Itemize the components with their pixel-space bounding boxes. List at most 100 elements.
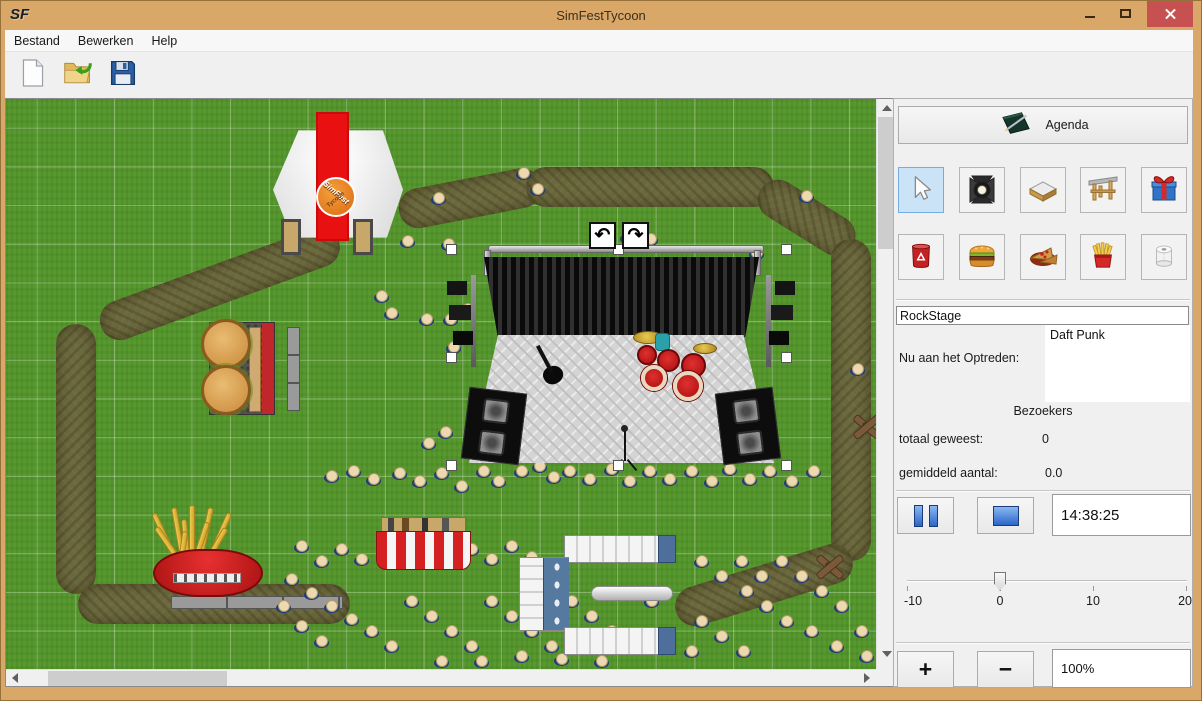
stop-button[interactable] — [977, 497, 1034, 534]
visitor — [276, 600, 291, 613]
tool-path-button[interactable] — [1020, 167, 1066, 213]
slider-thumb[interactable] — [994, 572, 1006, 591]
visitor — [829, 640, 844, 653]
selection-handle[interactable] — [781, 244, 792, 255]
scroll-up-icon[interactable] — [882, 105, 892, 111]
visitor — [736, 645, 751, 658]
horizontal-scroll-thumb[interactable] — [48, 671, 227, 686]
tool-gift-button[interactable] — [1141, 167, 1187, 213]
map-viewport[interactable]: SimFest Tycoon — [6, 99, 876, 669]
vertical-scrollbar[interactable] — [876, 99, 893, 669]
slider-track[interactable] — [907, 580, 1187, 582]
new-file-icon — [20, 58, 46, 93]
visitor — [444, 625, 459, 638]
toilet-block-bottom[interactable] — [564, 627, 676, 655]
visitor — [474, 655, 489, 668]
zoom-in-button[interactable]: + — [897, 651, 954, 688]
speaker-stack-left — [461, 387, 527, 466]
selection-handle[interactable] — [781, 352, 792, 363]
visitor — [354, 553, 369, 566]
visitor — [346, 465, 361, 478]
agenda-icon — [997, 110, 1035, 141]
selection-handle[interactable] — [446, 244, 457, 255]
visitor — [834, 600, 849, 613]
visitor — [421, 437, 436, 450]
tool-fries-button[interactable] — [1080, 234, 1126, 280]
urinal-trough — [591, 586, 673, 601]
horizontal-scrollbar[interactable] — [6, 669, 876, 686]
scroll-down-icon[interactable] — [882, 651, 892, 657]
fries-icon — [1088, 240, 1118, 275]
pizza-icon — [1027, 239, 1059, 276]
striped-stand[interactable] — [376, 517, 471, 570]
visitor — [859, 650, 874, 663]
zoom-level-display[interactable]: 100% — [1052, 649, 1191, 688]
tool-row-2 — [898, 234, 1187, 280]
agenda-button[interactable]: Agenda — [898, 106, 1188, 144]
app-logo-icon: SF — [10, 6, 29, 23]
close-button[interactable] — [1147, 1, 1193, 27]
speed-slider[interactable]: -1001020 — [904, 569, 1189, 617]
selection-handle[interactable] — [446, 352, 457, 363]
visitor — [742, 473, 757, 486]
dirt-path — [56, 324, 96, 594]
visitor — [530, 183, 545, 196]
selection-handle[interactable] — [446, 460, 457, 471]
visitor — [504, 540, 519, 553]
new-file-button[interactable] — [15, 56, 51, 94]
zoom-out-button[interactable]: − — [977, 651, 1034, 688]
menu-bestand[interactable]: Bestand — [5, 34, 69, 48]
tool-select-button[interactable] — [898, 167, 944, 213]
canvas-area: SimFest Tycoon — [5, 98, 894, 687]
pause-button[interactable] — [897, 497, 954, 534]
visitor — [850, 363, 865, 376]
toilet-block-top[interactable] — [564, 535, 676, 563]
visitor — [431, 192, 446, 205]
rotate-right-button[interactable]: ↷ — [622, 222, 649, 249]
tool-burger-button[interactable] — [959, 234, 1005, 280]
rotate-right-icon: ↷ — [628, 225, 644, 246]
speaker-stack-right — [715, 387, 781, 466]
burger-prop — [201, 319, 251, 369]
tool-toilet-roll-button[interactable] — [1141, 234, 1187, 280]
open-file-button[interactable] — [60, 56, 96, 94]
tool-spotlight-button[interactable] — [959, 167, 1005, 213]
visitor — [754, 570, 769, 583]
minimize-icon — [1085, 16, 1095, 18]
visitor — [714, 570, 729, 583]
tool-pizza-button[interactable] — [1020, 234, 1066, 280]
visitor — [424, 610, 439, 623]
visitor — [514, 650, 529, 663]
scroll-left-icon[interactable] — [12, 673, 18, 683]
visitor — [324, 470, 339, 483]
scroll-right-icon[interactable] — [864, 673, 870, 683]
visitor — [504, 610, 519, 623]
rotate-left-button[interactable]: ↶ — [589, 222, 616, 249]
tool-trash-button[interactable] — [898, 234, 944, 280]
slider-tick-label: 20 — [1178, 594, 1192, 608]
visitor — [484, 595, 499, 608]
menu-bewerken[interactable]: Bewerken — [69, 34, 143, 48]
stage-object[interactable] — [451, 247, 791, 467]
visitor — [454, 480, 469, 493]
menu-help[interactable]: Help — [142, 34, 186, 48]
save-file-button[interactable] — [105, 56, 141, 94]
stage-name-input[interactable] — [896, 306, 1189, 325]
fries-stand[interactable] — [151, 497, 266, 600]
vertical-scroll-thumb[interactable] — [878, 117, 893, 249]
visitor — [434, 655, 449, 668]
visitor — [334, 543, 349, 556]
spotlight-icon — [966, 172, 998, 209]
toolbar — [5, 52, 1193, 98]
slider-tick-label: 0 — [997, 594, 1004, 608]
maximize-button[interactable] — [1110, 1, 1142, 27]
tool-stage-button[interactable] — [1080, 167, 1126, 213]
toilet-block-left[interactable] — [519, 557, 569, 631]
tent-logo: SimFest Tycoon — [316, 177, 356, 217]
minimize-button[interactable] — [1074, 1, 1106, 27]
visitor — [622, 475, 637, 488]
now-playing-label: Nu aan het Optreden: — [899, 351, 1019, 365]
selection-handle[interactable] — [613, 460, 624, 471]
selection-handle[interactable] — [781, 460, 792, 471]
queue-bench[interactable] — [287, 327, 300, 411]
